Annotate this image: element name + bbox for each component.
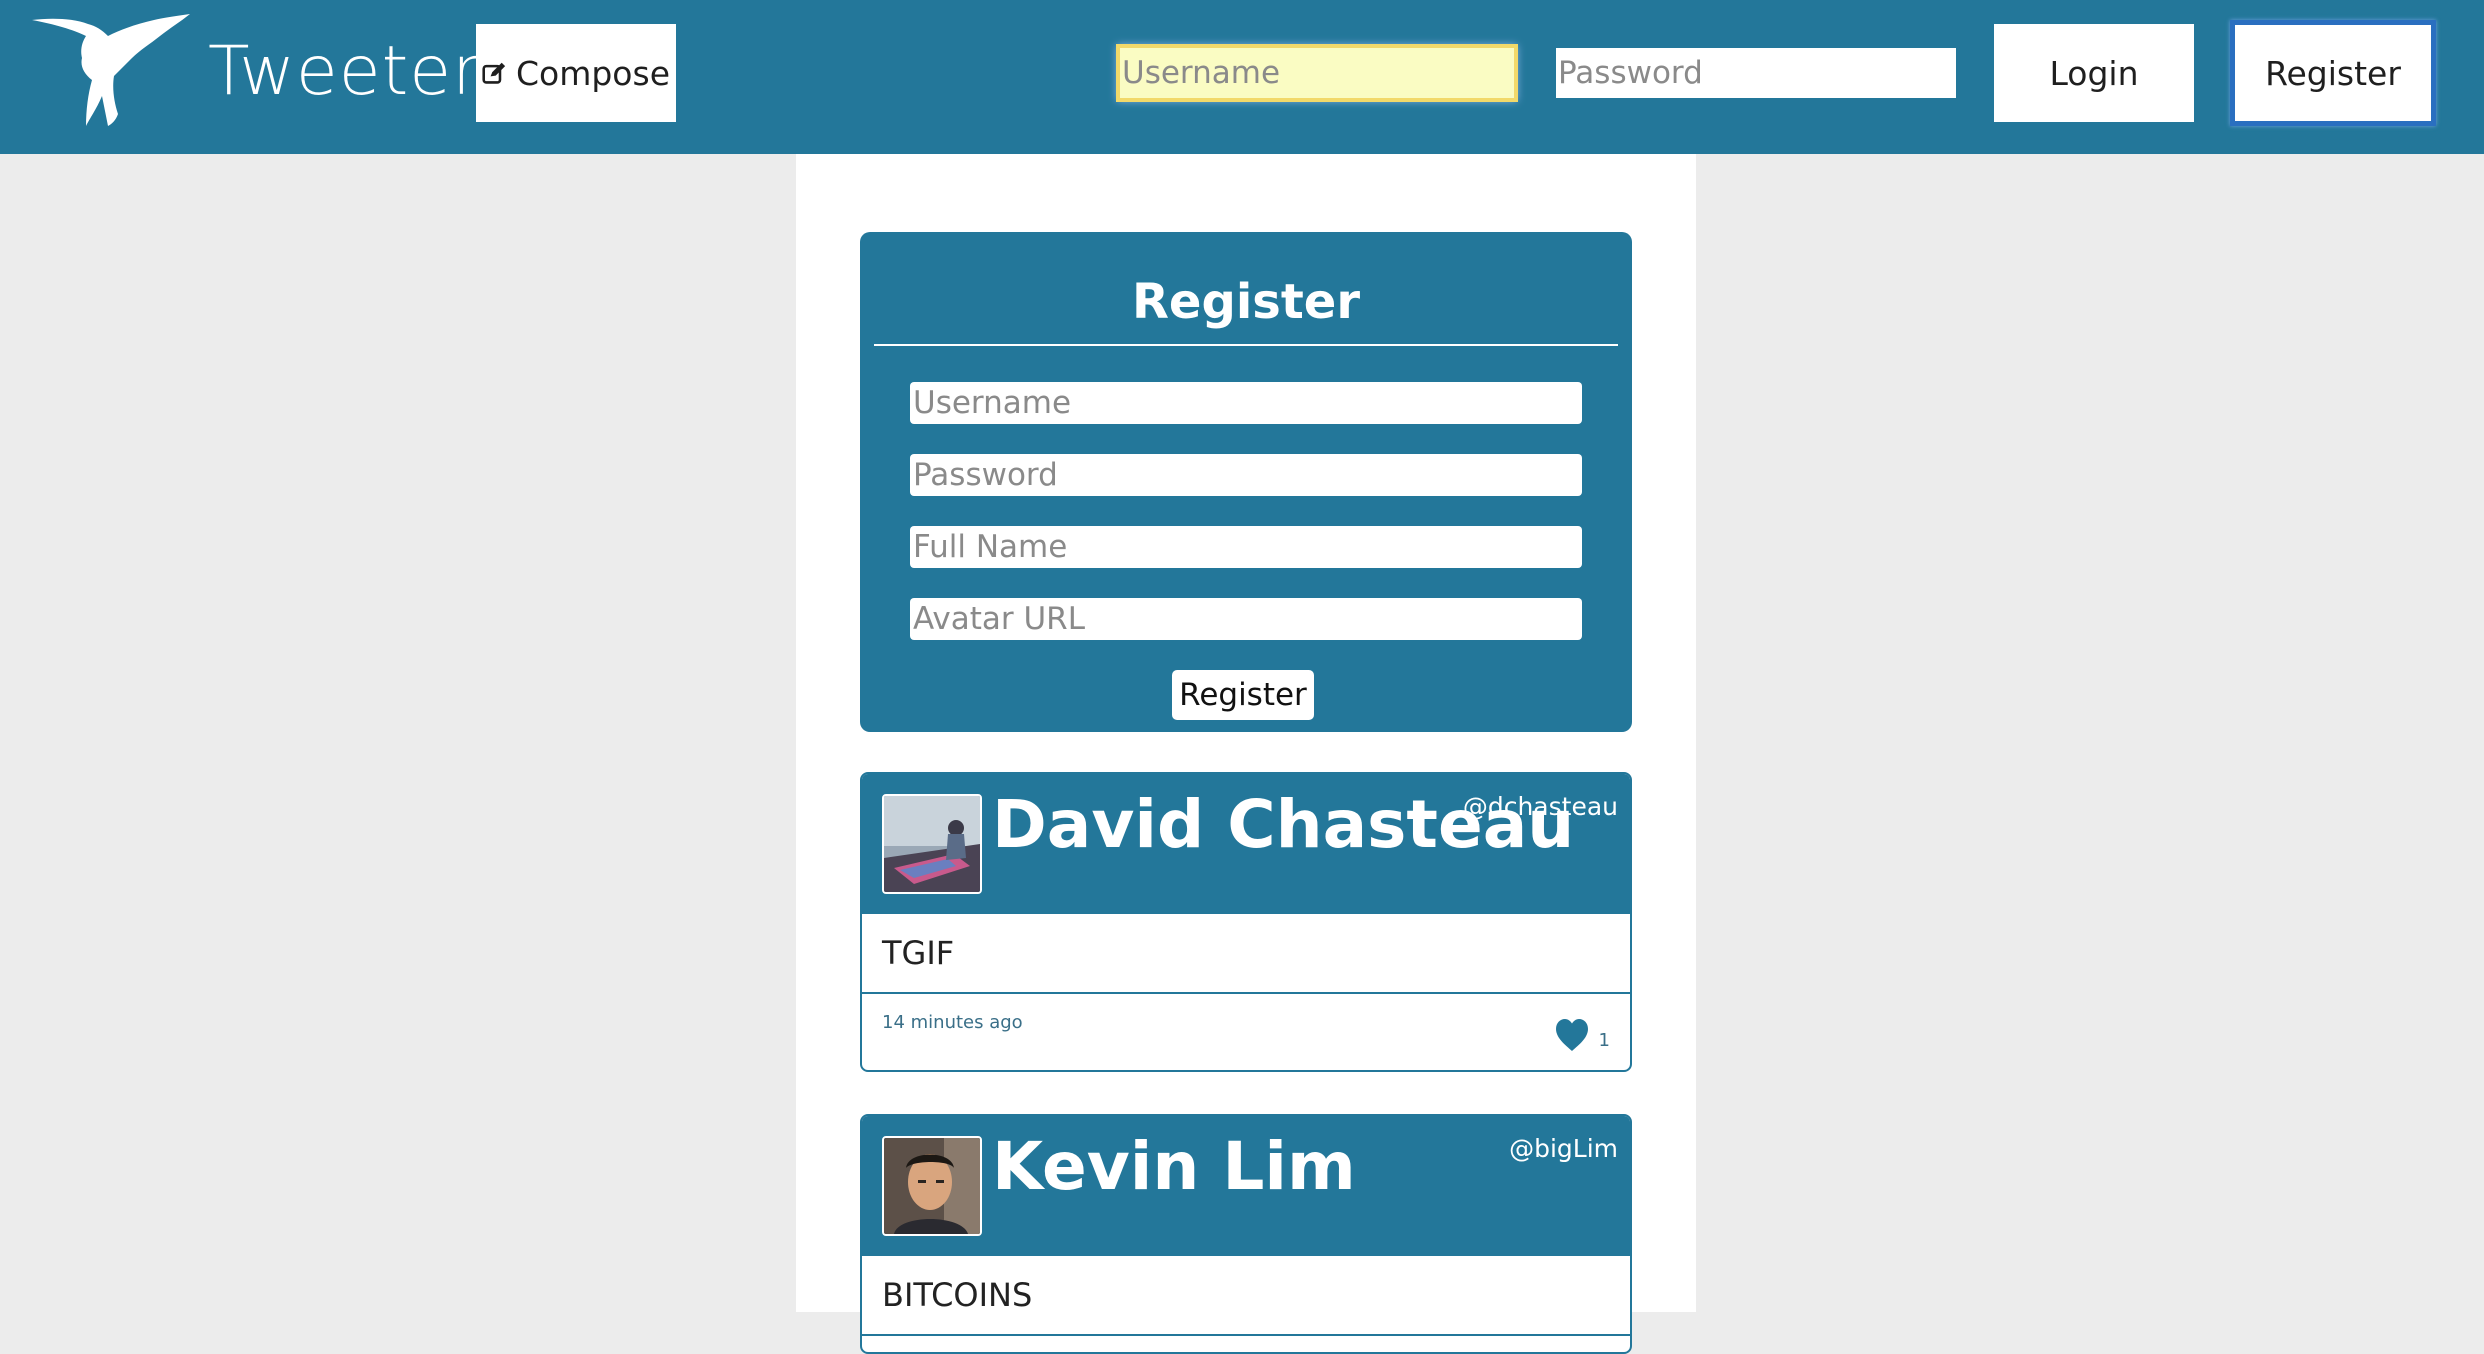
tweet-author-handle[interactable]: @bigLim — [1509, 1134, 1618, 1163]
hummingbird-logo-icon[interactable] — [30, 14, 192, 126]
register-password-input[interactable] — [910, 454, 1582, 496]
tweet-header: David Chasteau @dchasteau — [862, 774, 1630, 914]
tweet-author-name[interactable]: Kevin Lim — [992, 1126, 1356, 1208]
edit-icon — [482, 62, 506, 84]
header-password-input[interactable] — [1556, 48, 1956, 98]
avatar[interactable] — [882, 1136, 982, 1236]
register-divider — [874, 344, 1618, 346]
avatar[interactable] — [882, 794, 982, 894]
brand-title[interactable]: Tweeter — [208, 30, 481, 114]
top-navbar: Tweeter Compose Login Register — [0, 0, 2484, 154]
compose-button[interactable]: Compose — [476, 24, 676, 122]
tweet-text: TGIF — [862, 914, 1630, 994]
compose-label: Compose — [515, 53, 670, 93]
login-button[interactable]: Login — [1994, 24, 2194, 122]
tweet-footer: 14 minutes ago 1 — [862, 994, 1630, 1070]
tweet-header: Kevin Lim @bigLim — [862, 1116, 1630, 1256]
register-nav-button[interactable]: Register — [2230, 20, 2436, 126]
tweet-timestamp: 14 minutes ago — [882, 1012, 1023, 1033]
tweet-card: Kevin Lim @bigLim BITCOINS — [860, 1114, 1632, 1354]
like-count: 1 — [1598, 1030, 1610, 1051]
register-title: Register — [1131, 274, 1361, 330]
register-submit-button[interactable]: Register — [1172, 670, 1314, 720]
heart-icon[interactable] — [1554, 1018, 1590, 1052]
header-username-input[interactable] — [1116, 44, 1518, 102]
tweet-card: David Chasteau @dchasteau TGIF 14 minute… — [860, 772, 1632, 1072]
register-avatar-url-input[interactable] — [910, 598, 1582, 640]
register-panel: Register Register — [860, 232, 1632, 732]
main-column: Register Register David Chasteau — [796, 154, 1696, 1354]
tweet-text: BITCOINS — [862, 1256, 1630, 1336]
tweet-author-handle[interactable]: @dchasteau — [1463, 792, 1618, 821]
register-fullname-input[interactable] — [910, 526, 1582, 568]
register-username-input[interactable] — [910, 382, 1582, 424]
avatar-photo-icon — [884, 796, 980, 892]
avatar-photo-icon — [884, 1138, 980, 1234]
